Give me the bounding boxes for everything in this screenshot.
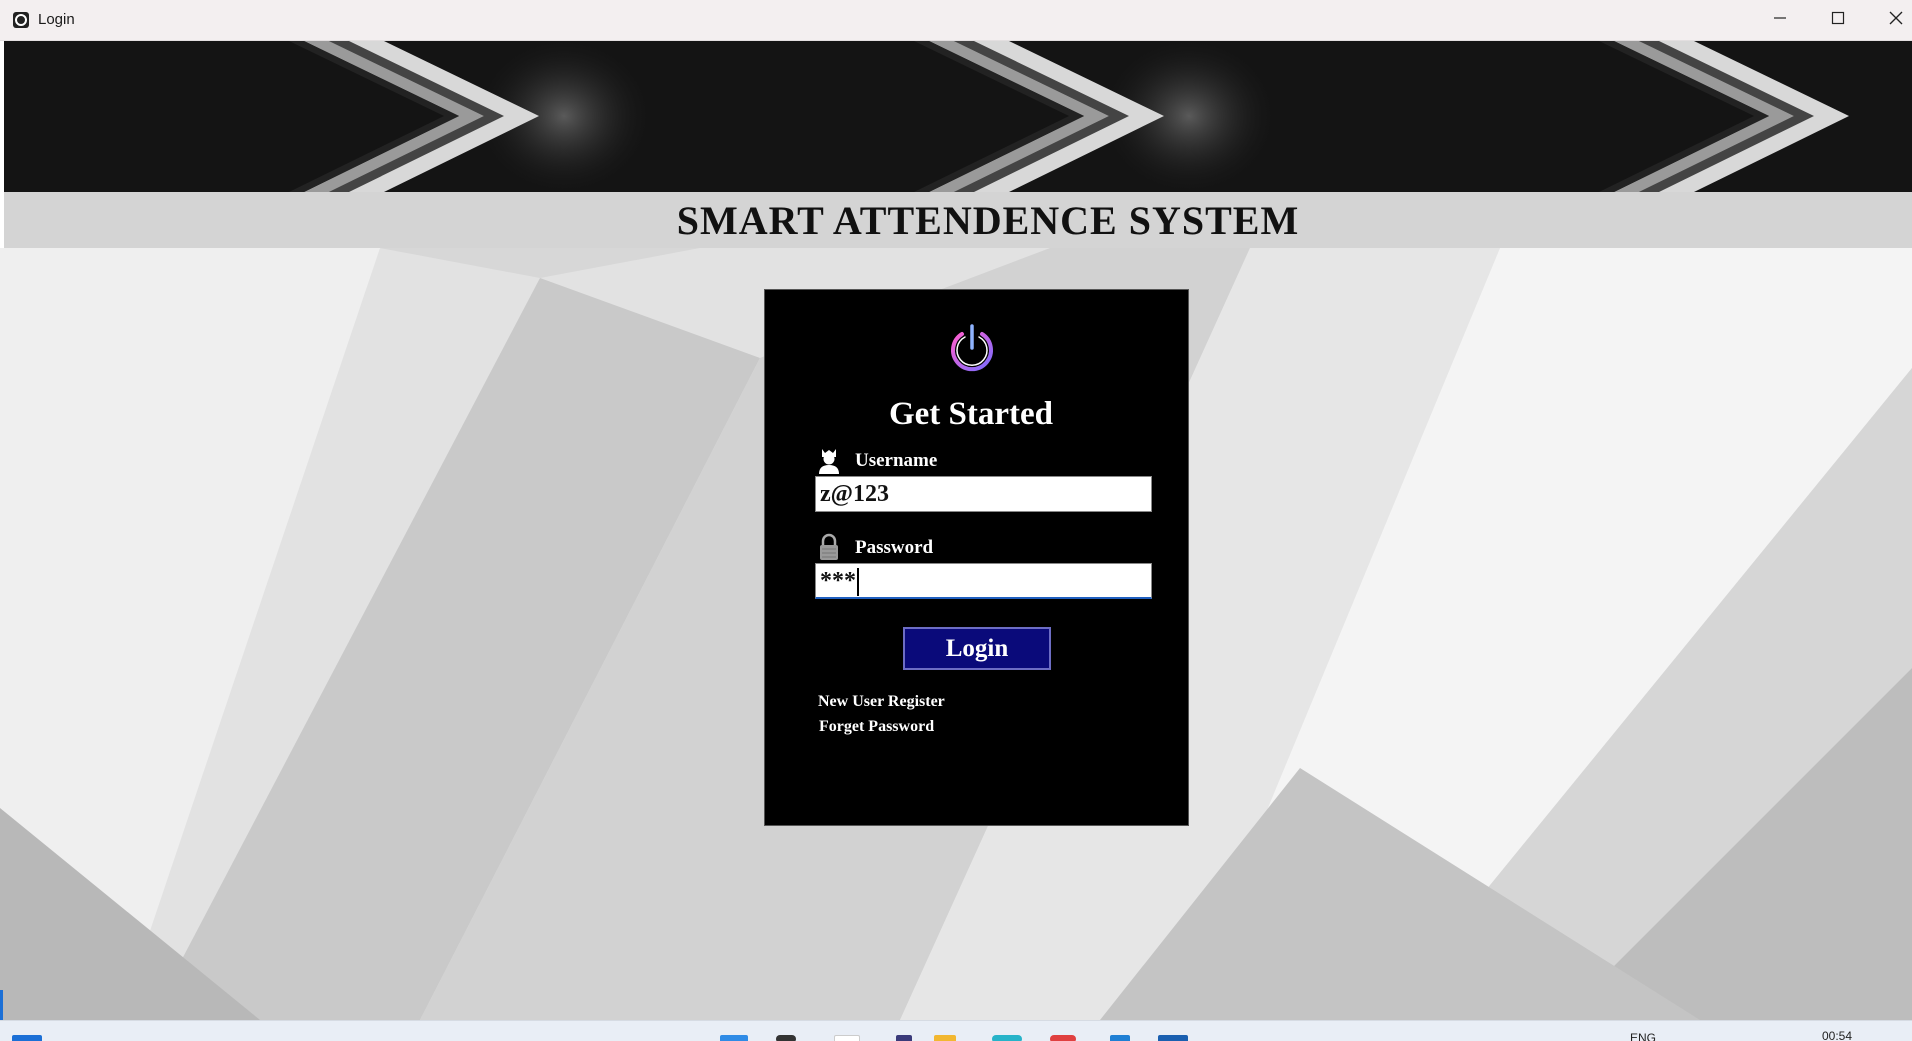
taskbar-edge-indicator <box>0 990 3 1020</box>
username-value: z@123 <box>820 481 889 507</box>
power-icon <box>944 320 1000 376</box>
app-heading: SMART ATTENDENCE SYSTEM <box>676 197 1300 243</box>
login-panel: Get Started Username z@123 Password *** … <box>764 289 1189 826</box>
chrome-icon[interactable] <box>1050 1035 1076 1041</box>
windows-icon[interactable] <box>720 1035 748 1041</box>
files-icon[interactable] <box>834 1035 860 1041</box>
vscode-icon[interactable] <box>1110 1035 1130 1041</box>
start-icon[interactable] <box>12 1035 42 1041</box>
folder-icon[interactable] <box>934 1035 956 1041</box>
banner-chevron-group-3 <box>1599 41 1849 192</box>
maximize-button[interactable] <box>1809 0 1867 40</box>
password-input[interactable]: *** <box>815 563 1152 599</box>
clock[interactable]: 00:54 <box>1822 1029 1852 1041</box>
lock-icon <box>817 533 841 561</box>
maximize-icon <box>1831 11 1845 30</box>
taskbar: ENG 00:54 <box>0 1020 1912 1041</box>
login-title: Get Started <box>888 396 1054 432</box>
header-strip: SMART ATTENDENCE SYSTEM <box>4 192 1912 248</box>
window-title-bar: Login <box>0 0 1912 41</box>
close-button[interactable] <box>1867 0 1912 40</box>
minimize-button[interactable] <box>1751 0 1809 40</box>
text-caret <box>857 568 859 597</box>
banner-chevron-group-2 <box>914 41 1279 192</box>
close-icon <box>1889 11 1903 30</box>
decorative-banner <box>4 41 1912 192</box>
search-icon[interactable] <box>776 1035 796 1041</box>
login-button[interactable]: Login <box>903 627 1051 670</box>
new-user-register-link[interactable]: New User Register <box>818 693 945 711</box>
edge-icon[interactable] <box>992 1035 1022 1041</box>
password-value: *** <box>820 568 856 594</box>
forget-password-link[interactable]: Forget Password <box>819 718 934 736</box>
username-label: Username <box>855 450 938 471</box>
user-icon <box>817 447 841 475</box>
password-label: Password <box>855 537 934 558</box>
username-input[interactable]: z@123 <box>815 476 1152 512</box>
app-icon <box>12 11 30 29</box>
calculator-icon[interactable] <box>896 1035 912 1041</box>
window-title: Login <box>38 11 75 28</box>
minimize-icon <box>1773 11 1787 30</box>
banner-chevron-group-1 <box>289 41 654 192</box>
active-app-icon[interactable] <box>1158 1035 1188 1041</box>
